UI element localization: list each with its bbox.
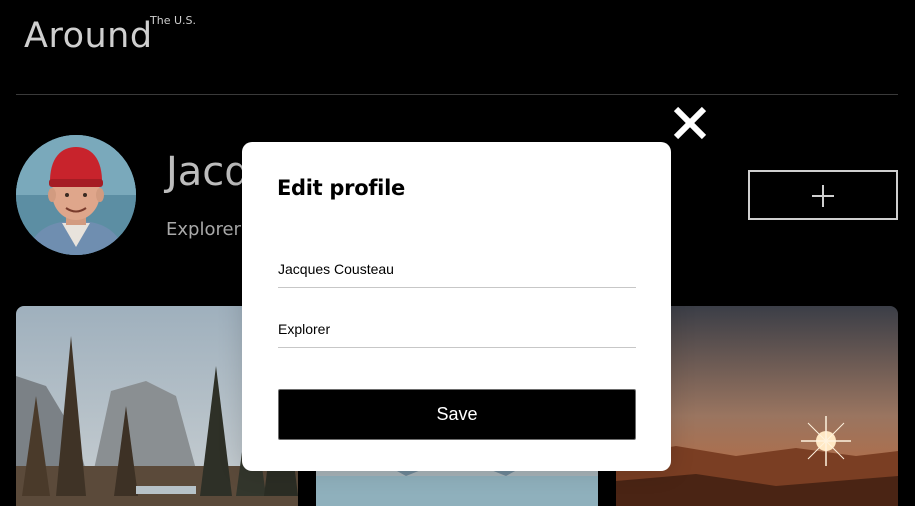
close-button[interactable] (671, 104, 709, 142)
profile-about: Explorer (166, 219, 241, 240)
logo-subtitle: The U.S. (150, 14, 196, 27)
name-input[interactable] (278, 258, 636, 288)
edit-profile-modal: Edit profile Save (242, 142, 671, 471)
about-input[interactable] (278, 318, 636, 348)
avatar[interactable] (16, 135, 136, 255)
header: Around The U.S. (16, 0, 898, 95)
modal-title: Edit profile (277, 176, 405, 200)
logo: Around (24, 16, 153, 56)
save-button[interactable]: Save (278, 389, 636, 440)
add-card-button[interactable] (748, 170, 898, 220)
avatar-photo-icon (16, 135, 136, 255)
close-icon (673, 106, 707, 140)
plus-icon (812, 185, 834, 207)
